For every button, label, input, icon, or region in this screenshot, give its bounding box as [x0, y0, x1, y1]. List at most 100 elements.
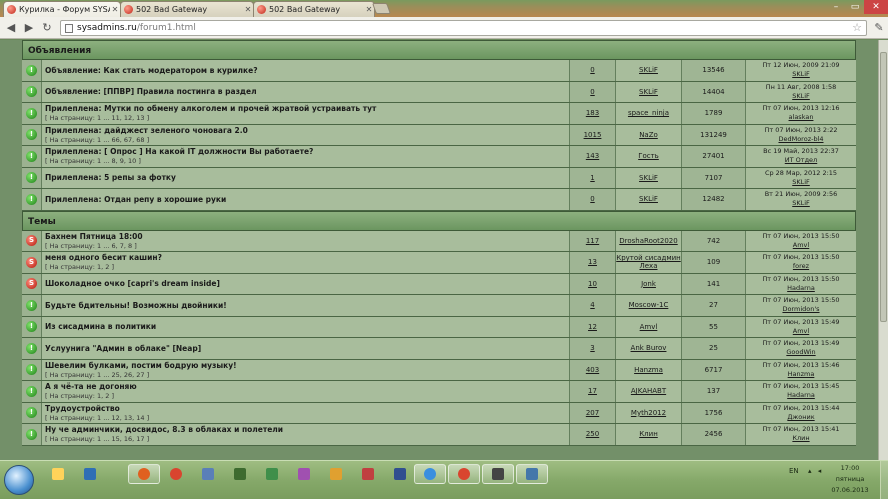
tab-forum[interactable]: Курилка - Форум SYSAdmins.RU ✕: [3, 1, 121, 17]
topic-author[interactable]: SKLiF: [639, 66, 658, 74]
taskbar-firefox-icon[interactable]: [128, 464, 160, 484]
taskbar-app-icon[interactable]: [482, 464, 514, 484]
taskbar-explorer-icon[interactable]: [42, 464, 74, 484]
topic-author[interactable]: NaZo: [639, 131, 658, 139]
replies-count[interactable]: 12: [588, 323, 597, 331]
topic-pages[interactable]: [ На страницу: 1 ... 66, 67, 68 ]: [45, 136, 149, 144]
topic-title-link[interactable]: меня одного бесит кашин?: [45, 253, 162, 262]
forward-icon[interactable]: ▶: [21, 20, 37, 36]
topic-author[interactable]: DroshaRoot2020: [619, 237, 677, 245]
replies-count[interactable]: 250: [586, 430, 599, 438]
topic-author[interactable]: AJKAHABT: [631, 387, 666, 395]
replies-count[interactable]: 3: [590, 344, 594, 352]
topic-title-link[interactable]: Услуунига "Админ в облаке" [Neap]: [45, 344, 201, 353]
back-icon[interactable]: ◀: [3, 20, 19, 36]
topic-author[interactable]: SKLiF: [639, 174, 658, 182]
maximize-icon[interactable]: ▭: [846, 0, 864, 14]
tray-clock[interactable]: 17:00 пятница 07.06.2013: [822, 463, 878, 496]
taskbar-app-icon[interactable]: [192, 464, 224, 484]
replies-count[interactable]: 183: [586, 109, 599, 117]
topic-author[interactable]: SKLiF: [639, 195, 658, 203]
wrench-icon[interactable]: ✎: [871, 20, 887, 36]
last-post-user[interactable]: forez: [793, 262, 809, 271]
last-post-user[interactable]: SKLiF: [792, 199, 810, 208]
address-bar[interactable]: sysadmins.ru/forum1.html ☆: [60, 20, 867, 36]
new-tab-button[interactable]: [371, 3, 392, 14]
topic-author[interactable]: Крутой сисадмин Леха: [616, 254, 681, 270]
topic-author[interactable]: space_ninja: [628, 109, 669, 117]
taskbar-chrome-window-icon[interactable]: [448, 464, 480, 484]
language-indicator[interactable]: EN: [789, 467, 799, 475]
taskbar-app-icon[interactable]: [320, 464, 352, 484]
taskbar-app-icon[interactable]: [516, 464, 548, 484]
tray-icons[interactable]: ▴ ◂: [808, 467, 823, 475]
start-button[interactable]: [4, 465, 34, 495]
last-post-user[interactable]: alaskan: [789, 113, 814, 122]
tab-502-1[interactable]: 502 Bad Gateway ✕: [120, 1, 254, 17]
topic-title-link[interactable]: Бахнем Пятница 18:00: [45, 232, 143, 241]
topic-author[interactable]: Myth2012: [631, 409, 666, 417]
topic-title-link[interactable]: Прилеплена: Отдан репу в хорошие руки: [45, 195, 226, 204]
replies-count[interactable]: 1015: [584, 131, 602, 139]
last-post-user[interactable]: GoodWin: [786, 348, 815, 357]
replies-count[interactable]: 207: [586, 409, 599, 417]
topic-title-link[interactable]: Прилеплена: 5 репы за фотку: [45, 173, 176, 182]
last-post-user[interactable]: Клин: [792, 434, 809, 443]
minimize-icon[interactable]: –: [826, 0, 846, 14]
topic-title-link[interactable]: Прилеплена: [ Опрос ] На какой IT должно…: [45, 147, 313, 156]
replies-count[interactable]: 403: [586, 366, 599, 374]
last-post-user[interactable]: Amvl: [793, 327, 809, 336]
tab-close-icon[interactable]: ✕: [110, 5, 120, 14]
taskbar-app-icon[interactable]: [256, 464, 288, 484]
topic-title-link[interactable]: Трудоустройство: [45, 404, 120, 413]
taskbar-app-icon[interactable]: [288, 464, 320, 484]
replies-count[interactable]: 0: [590, 66, 594, 74]
taskbar-ie-icon[interactable]: [414, 464, 446, 484]
replies-count[interactable]: 1: [590, 174, 594, 182]
topic-pages[interactable]: [ На страницу: 1 ... 15, 16, 17 ]: [45, 435, 149, 443]
topic-author[interactable]: Moscow-1C: [629, 301, 669, 309]
replies-count[interactable]: 143: [586, 152, 599, 160]
topic-pages[interactable]: [ На страницу: 1 ... 25, 26, 27 ]: [45, 371, 149, 379]
topic-title-link[interactable]: Прилеплена: дайджест зеленого чоновага 2…: [45, 126, 248, 135]
last-post-user[interactable]: Dormidon's: [782, 305, 819, 314]
topic-pages[interactable]: [ На страницу: 1 ... 6, 7, 8 ]: [45, 242, 137, 250]
taskbar-app-icon[interactable]: [352, 464, 384, 484]
topic-title-link[interactable]: Шоколадное очко [capri's dream inside]: [45, 279, 220, 288]
topic-title-link[interactable]: Ну че админчики, досвидос, 8.3 в облаках…: [45, 425, 283, 434]
topic-pages[interactable]: [ На страницу: 1, 2 ]: [45, 392, 114, 400]
topic-author[interactable]: Hanzma: [634, 366, 663, 374]
topic-author[interactable]: Jonk: [641, 280, 656, 288]
scrollbar-thumb[interactable]: [880, 52, 887, 322]
replies-count[interactable]: 13: [588, 258, 597, 266]
replies-count[interactable]: 10: [588, 280, 597, 288]
topic-pages[interactable]: [ На страницу: 1 ... 8, 9, 10 ]: [45, 157, 141, 165]
topic-title-link[interactable]: Объявление: [ППВР] Правила постинга в ра…: [45, 87, 257, 96]
last-post-user[interactable]: Amvl: [793, 241, 809, 250]
close-window-icon[interactable]: ✕: [864, 0, 888, 14]
tab-502-2[interactable]: 502 Bad Gateway ✕: [253, 1, 375, 17]
last-post-user[interactable]: SKLiF: [792, 92, 810, 101]
topic-title-link[interactable]: Прилеплена: Мутки по обмену алкоголем и …: [45, 104, 376, 113]
bookmark-star-icon[interactable]: ☆: [852, 21, 862, 35]
replies-count[interactable]: 17: [588, 387, 597, 395]
last-post-user[interactable]: ИТ Отдел: [785, 156, 817, 165]
topic-title-link[interactable]: Из сисадмина в политики: [45, 322, 156, 331]
replies-count[interactable]: 0: [590, 195, 594, 203]
reload-icon[interactable]: ↻: [39, 20, 55, 36]
replies-count[interactable]: 4: [590, 301, 594, 309]
tab-close-icon[interactable]: ✕: [243, 5, 253, 14]
replies-count[interactable]: 0: [590, 88, 594, 96]
taskbar-app-icon[interactable]: [224, 464, 256, 484]
taskbar-chrome-icon[interactable]: [160, 464, 192, 484]
topic-author[interactable]: Ank Burov: [631, 344, 667, 352]
taskbar-app-icon[interactable]: [384, 464, 416, 484]
taskbar-media-icon[interactable]: [74, 464, 106, 484]
topic-title-link[interactable]: Шевелим булками, постим бодрую музыку!: [45, 361, 237, 370]
last-post-user[interactable]: Hanzma: [788, 370, 815, 379]
show-desktop-button[interactable]: [880, 461, 888, 499]
topic-pages[interactable]: [ На страницу: 1 ... 12, 13, 14 ]: [45, 414, 149, 422]
replies-count[interactable]: 117: [586, 237, 599, 245]
topic-author[interactable]: Гость: [638, 152, 659, 160]
last-post-user[interactable]: SKLiF: [792, 70, 810, 79]
